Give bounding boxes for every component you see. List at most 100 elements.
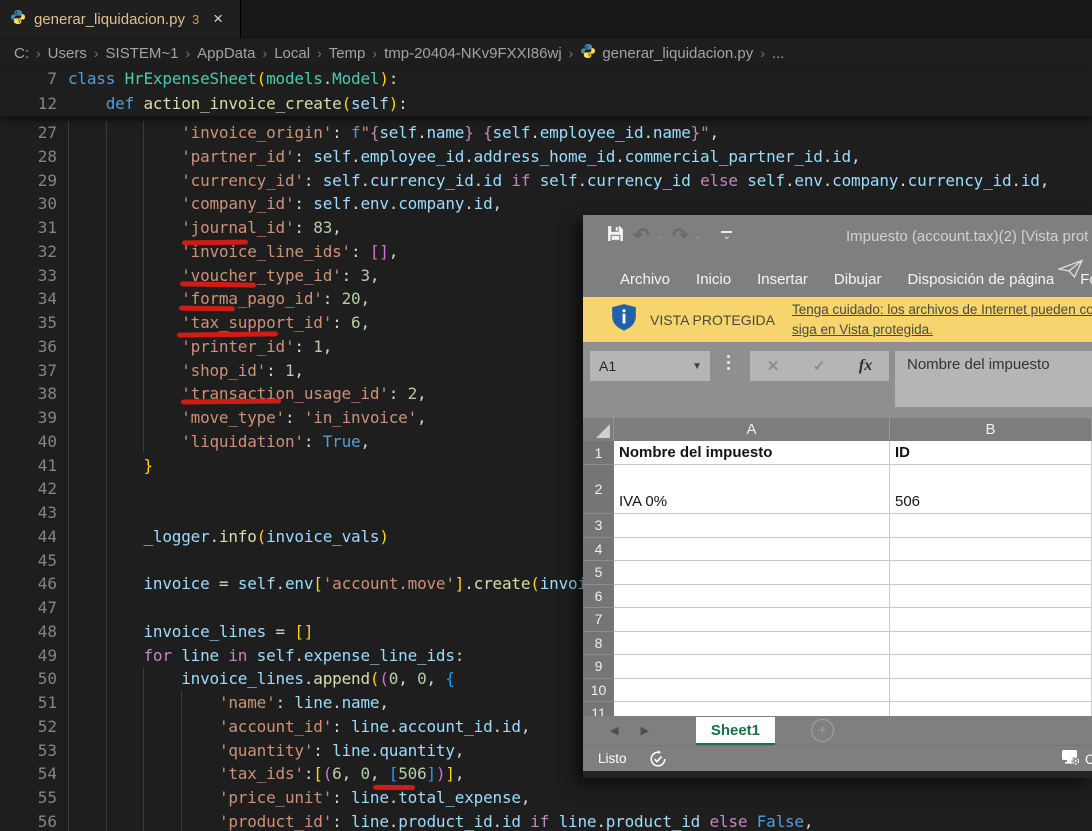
formula-toolbar: A1 ▼ ✕ ✓ fx Nombre del impuesto	[583, 342, 1092, 418]
grid-cell[interactable]	[890, 702, 1092, 716]
breadcrumb-item[interactable]: generar_liquidacion.py	[580, 43, 753, 63]
grid-row: 11	[583, 702, 1092, 716]
protected-view-banner: VISTA PROTEGIDA Tenga cuidado: los archi…	[583, 297, 1092, 342]
breadcrumb-item[interactable]: SISTEM~1	[106, 45, 179, 62]
row-header-6[interactable]: 6	[583, 585, 614, 609]
breadcrumb-item[interactable]: tmp-20404-NKv9FXXI86wj	[384, 45, 562, 62]
line-number: 55	[0, 786, 57, 810]
code-line[interactable]: 55 'price_unit': line.total_expense,	[0, 786, 1092, 810]
ribbon-tab-archivo[interactable]: Archivo	[620, 271, 670, 288]
row-header-8[interactable]: 8	[583, 632, 614, 656]
customize-quick-access-icon[interactable]: ⌄	[721, 231, 732, 241]
grid-cell[interactable]: ID	[890, 441, 1092, 465]
grid-cell[interactable]	[614, 655, 890, 679]
grid-cell[interactable]	[890, 514, 1092, 538]
row-header-10[interactable]: 10	[583, 679, 614, 703]
code-line[interactable]: 29 'currency_id': self.currency_id.id if…	[0, 169, 1092, 193]
grid-cell[interactable]	[614, 538, 890, 562]
protected-view-link-line2[interactable]: siga en Vista protegida.	[792, 320, 1092, 340]
row-header-9[interactable]: 9	[583, 655, 614, 679]
grid-cell[interactable]	[890, 608, 1092, 632]
breadcrumb-item[interactable]: Users	[48, 45, 87, 62]
insert-function-icon[interactable]: fx	[859, 357, 872, 375]
breadcrumb-item[interactable]: ...	[772, 45, 785, 62]
line-number: 56	[0, 810, 57, 831]
line-number: 35	[0, 311, 57, 335]
sheet-nav-left-icon[interactable]: ◀	[610, 724, 618, 737]
row-header-2[interactable]: 2	[583, 465, 614, 514]
grid-cell[interactable]	[890, 632, 1092, 656]
row-header-1[interactable]: 1	[583, 441, 614, 465]
grid-row: 1Nombre del impuestoID	[583, 441, 1092, 465]
grid-cell[interactable]: 506	[890, 465, 1092, 514]
breadcrumb-item[interactable]: C:	[14, 45, 29, 62]
grid-cell[interactable]	[890, 655, 1092, 679]
grid-cell[interactable]	[614, 585, 890, 609]
editor-tab-bar: generar_liquidacion.py 3 ×	[0, 0, 1092, 39]
protected-view-link-line1[interactable]: Tenga cuidado: los archivos de Internet …	[792, 300, 1092, 320]
row-header-4[interactable]: 4	[583, 538, 614, 562]
excel-title-bar: ↶⌄ ↷⌄ ⌄ Impuesto (account.tax)(2) [Vista…	[583, 215, 1092, 262]
red-underline-annotation	[179, 306, 235, 312]
grid-cell[interactable]: IVA 0%	[614, 465, 890, 514]
undo-icon[interactable]: ↶	[633, 226, 650, 246]
grid-cell[interactable]	[890, 585, 1092, 609]
grid-cell[interactable]	[890, 679, 1092, 703]
redo-icon[interactable]: ↷	[672, 226, 689, 246]
name-box-value: A1	[599, 358, 616, 374]
formula-bar[interactable]: Nombre del impuesto	[895, 351, 1092, 407]
code-line[interactable]: 30 'company_id': self.env.company.id,	[0, 192, 1092, 216]
tab-generar-liquidacion[interactable]: generar_liquidacion.py 3 ×	[0, 0, 241, 38]
line-number: 29	[0, 169, 57, 193]
cancel-icon[interactable]: ✕	[767, 357, 780, 375]
name-box[interactable]: A1 ▼	[590, 351, 710, 381]
ribbon-tab-bar: Archivo Inicio Insertar Dibujar Disposición …	[583, 262, 1092, 297]
breadcrumb-item[interactable]: AppData	[197, 45, 255, 62]
screen: generar_liquidacion.py 3 × C:›Users›SIST…	[0, 0, 1092, 831]
share-icon[interactable]	[1058, 259, 1084, 284]
grid-row: 4	[583, 538, 1092, 562]
undo-dropdown-icon[interactable]: ⌄	[655, 231, 663, 242]
column-header-A[interactable]: A	[614, 418, 890, 441]
enter-icon[interactable]: ✓	[813, 357, 826, 375]
add-sheet-icon[interactable]: +	[811, 719, 834, 742]
grid-cell[interactable]	[614, 514, 890, 538]
close-icon[interactable]: ×	[213, 9, 223, 29]
spreadsheet-grid: AB 1Nombre del impuestoID2IVA 0%50634567…	[583, 418, 1092, 716]
display-settings[interactable]: Con	[1061, 749, 1092, 769]
breadcrumb-item[interactable]: Temp	[329, 45, 366, 62]
code-line[interactable]: 7class HrExpenseSheet(models.Model):	[0, 67, 1092, 92]
breadcrumb-item[interactable]: Local	[274, 45, 310, 62]
save-icon[interactable]	[607, 225, 624, 247]
row-header-5[interactable]: 5	[583, 561, 614, 585]
grid-cell[interactable]	[890, 538, 1092, 562]
ribbon-tab-disposici-n-de-p-gina[interactable]: Disposición de página	[907, 271, 1054, 288]
ribbon-tab-inicio[interactable]: Inicio	[696, 271, 731, 288]
sheet-nav-right-icon[interactable]: ▶	[640, 724, 648, 737]
select-all-corner[interactable]	[583, 418, 614, 441]
row-header-11[interactable]: 11	[583, 702, 614, 716]
line-number: 54	[0, 762, 57, 786]
column-header-B[interactable]: B	[890, 418, 1092, 441]
grid-cell[interactable]	[614, 632, 890, 656]
ribbon-tab-insertar[interactable]: Insertar	[757, 271, 808, 288]
code-line[interactable]: 27 'invoice_origin': f"{self.name} {self…	[0, 121, 1092, 145]
grid-cell[interactable]: Nombre del impuesto	[614, 441, 890, 465]
grid-cell[interactable]	[614, 608, 890, 632]
redo-dropdown-icon[interactable]: ⌄	[694, 231, 702, 242]
grid-cell[interactable]	[614, 679, 890, 703]
grid-cell[interactable]	[614, 702, 890, 716]
chevron-down-icon[interactable]: ▼	[692, 361, 702, 372]
grid-cell[interactable]	[614, 561, 890, 585]
code-line[interactable]: 28 'partner_id': self.employee_id.addres…	[0, 145, 1092, 169]
ribbon-tab-dibujar[interactable]: Dibujar	[834, 271, 882, 288]
grid-cell[interactable]	[890, 561, 1092, 585]
sticky-scroll[interactable]: 7class HrExpenseSheet(models.Model):12 d…	[0, 67, 1092, 116]
line-number: 44	[0, 525, 57, 549]
code-line[interactable]: 56 'product_id': line.product_id.id if l…	[0, 810, 1092, 831]
sheet-tab-sheet1[interactable]: Sheet1	[696, 717, 775, 746]
line-number: 37	[0, 359, 57, 383]
row-header-3[interactable]: 3	[583, 514, 614, 538]
code-line[interactable]: 12 def action_invoice_create(self):	[0, 92, 1092, 117]
row-header-7[interactable]: 7	[583, 608, 614, 632]
